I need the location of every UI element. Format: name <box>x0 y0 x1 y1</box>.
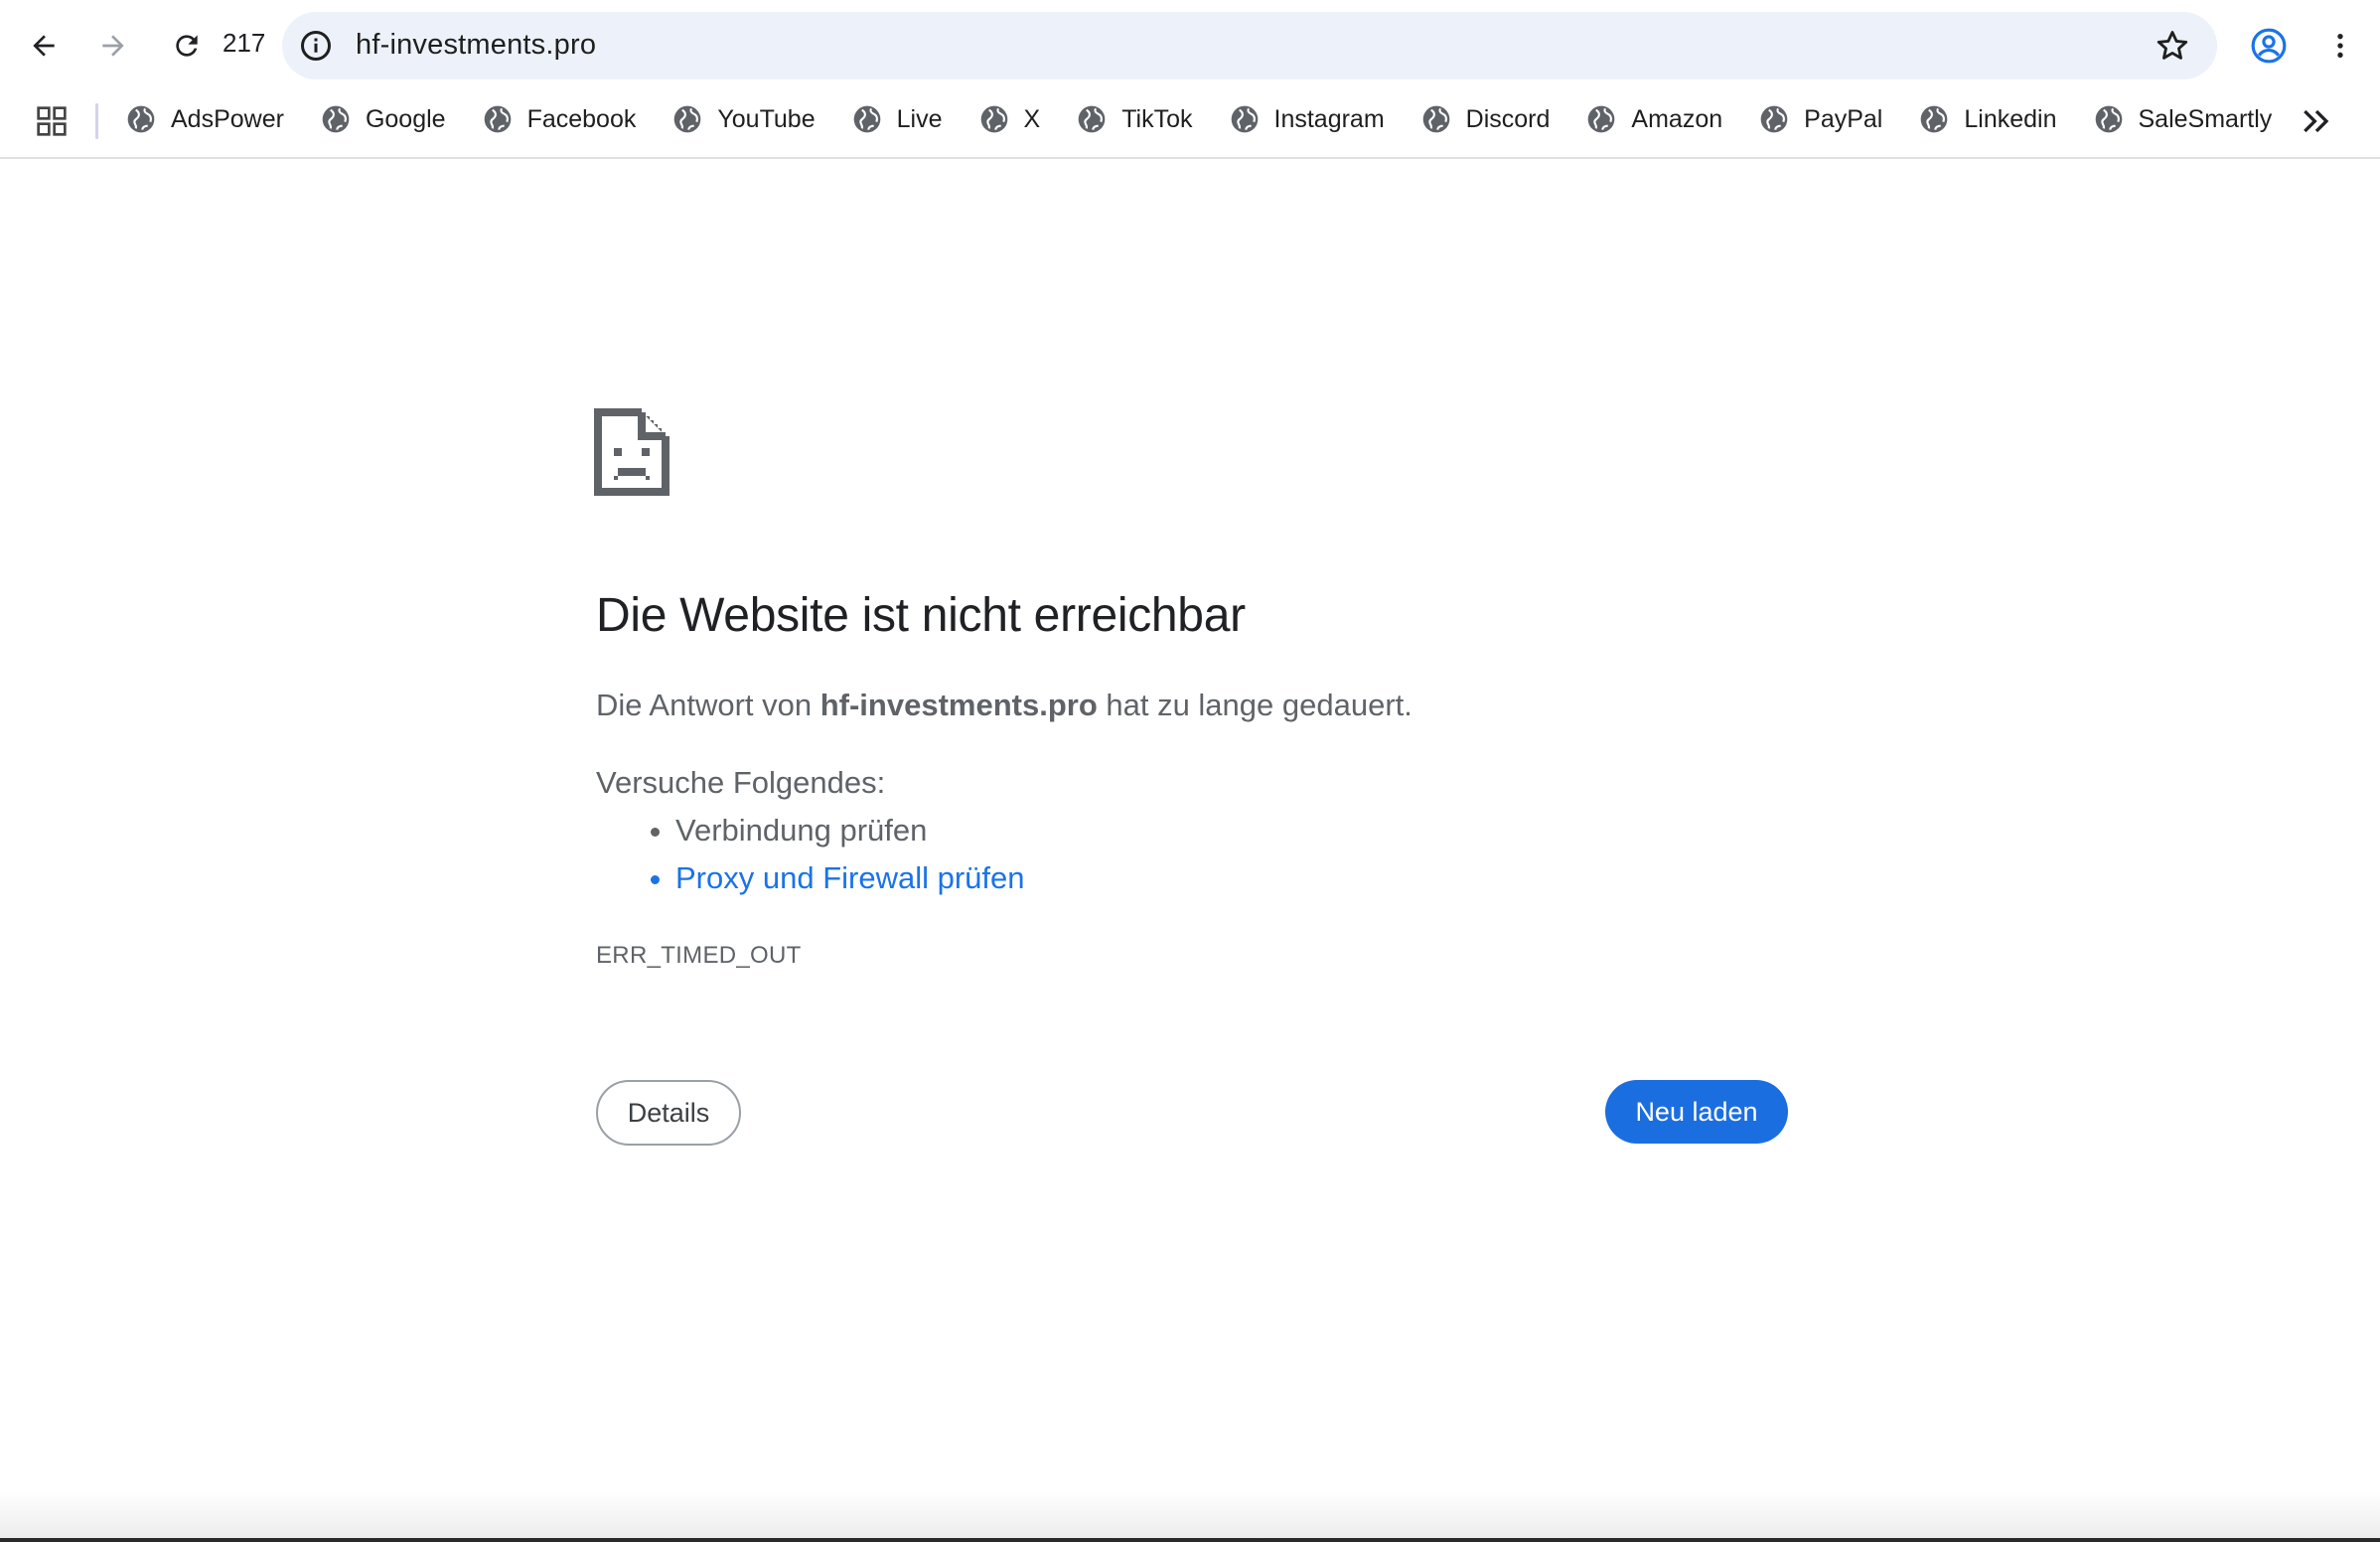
bookmark-item[interactable]: SaleSmartly <box>2093 103 2273 135</box>
suggestions-list: Verbindung prüfen Proxy und Firewall prü… <box>636 807 1025 902</box>
globe-icon <box>674 105 701 133</box>
error-message: Die Antwort von hf-investments.pro hat z… <box>596 688 1413 723</box>
globe-icon <box>1422 105 1450 133</box>
sad-document-icon <box>594 408 669 496</box>
tab-count[interactable]: 217 <box>223 28 265 59</box>
profile-icon <box>2251 28 2287 64</box>
globe-icon <box>853 105 880 133</box>
globe-icon <box>484 105 511 133</box>
globe-icon <box>980 105 1007 133</box>
suggestion-check-proxy-link[interactable]: Proxy und Firewall prüfen <box>675 854 1025 902</box>
globe-icon <box>1078 105 1106 133</box>
back-arrow-icon <box>33 35 55 57</box>
bookmark-label: Linkedin <box>1964 104 2057 133</box>
globe-icon <box>322 105 350 133</box>
error-title: Die Website ist nicht erreichbar <box>596 589 1246 642</box>
globe-icon <box>1231 105 1258 133</box>
bookmark-item[interactable]: Instagram <box>1229 103 1385 135</box>
browser-toolbar: 217 hf-investments.pro <box>0 0 2380 91</box>
bookmarks-bar: AdsPower Google Facebook YouTube Live X TikTok… <box>0 91 2380 159</box>
error-message-prefix: Die Antwort von <box>596 688 820 722</box>
bookmark-label: TikTok <box>1121 104 1193 133</box>
forward-button[interactable] <box>83 16 143 76</box>
reload-button[interactable] <box>157 16 217 76</box>
bookmark-item[interactable]: Google <box>320 103 446 135</box>
error-message-suffix: hat zu lange gedauert. <box>1097 688 1413 722</box>
suggestions-heading: Versuche Folgendes: <box>596 765 886 800</box>
bookmark-item[interactable]: Linkedin <box>1918 103 2057 135</box>
bookmark-label: Live <box>896 104 943 133</box>
reload-icon <box>176 35 198 57</box>
url-text[interactable]: hf-investments.pro <box>356 29 596 62</box>
menu-button[interactable] <box>2310 16 2370 76</box>
bookmark-label: Facebook <box>526 104 637 133</box>
forward-arrow-icon <box>102 35 124 57</box>
bookmarks-separator <box>95 103 98 139</box>
bookmark-item[interactable]: Amazon <box>1585 103 1722 135</box>
bookmark-label: YouTube <box>717 104 816 133</box>
globe-icon <box>1921 105 1948 133</box>
window-bottom-edge <box>0 1538 2380 1542</box>
error-host: hf-investments.pro <box>819 688 1098 722</box>
globe-icon <box>127 105 155 133</box>
bookmark-label: Instagram <box>1273 104 1385 133</box>
bookmark-item[interactable]: X <box>978 103 1041 135</box>
globe-icon <box>1760 105 1788 133</box>
bookmark-item[interactable]: Facebook <box>482 103 637 135</box>
profile-button[interactable] <box>2239 16 2299 76</box>
kebab-menu-icon <box>2337 34 2343 58</box>
details-button[interactable]: Details <box>596 1080 741 1146</box>
bookmark-item[interactable]: Live <box>851 103 943 135</box>
bookmark-label: PayPal <box>1804 104 1883 133</box>
chevron-double-right-icon[interactable] <box>2297 101 2336 141</box>
bookmark-item[interactable]: Discord <box>1420 103 1551 135</box>
error-code: ERR_TIMED_OUT <box>596 942 802 969</box>
suggestion-check-connection: Verbindung prüfen <box>675 807 1025 854</box>
address-bar[interactable]: hf-investments.pro <box>282 12 2217 79</box>
bookmark-label: X <box>1023 104 1041 133</box>
bookmark-label: Google <box>365 104 446 133</box>
bookmark-item[interactable]: PayPal <box>1758 103 1882 135</box>
bookmark-label: SaleSmartly <box>2138 104 2273 133</box>
star-icon[interactable] <box>2154 27 2191 65</box>
info-icon[interactable] <box>298 28 334 64</box>
bookmark-label: Amazon <box>1631 104 1723 133</box>
bookmark-label: Discord <box>1465 104 1551 133</box>
bookmarks-list: AdsPower Google Facebook YouTube Live X TikTok… <box>125 91 2307 147</box>
reload-page-button[interactable]: Neu laden <box>1605 1080 1788 1144</box>
bookmark-label: AdsPower <box>171 104 284 133</box>
bookmark-item[interactable]: AdsPower <box>125 103 284 135</box>
bookmark-item[interactable]: TikTok <box>1076 103 1193 135</box>
bottom-shadow <box>0 1490 2380 1542</box>
globe-icon <box>1588 105 1615 133</box>
back-button[interactable] <box>14 16 74 76</box>
bookmark-item[interactable]: YouTube <box>671 103 816 135</box>
apps-grid-icon[interactable] <box>36 105 68 137</box>
globe-icon <box>2095 105 2122 133</box>
